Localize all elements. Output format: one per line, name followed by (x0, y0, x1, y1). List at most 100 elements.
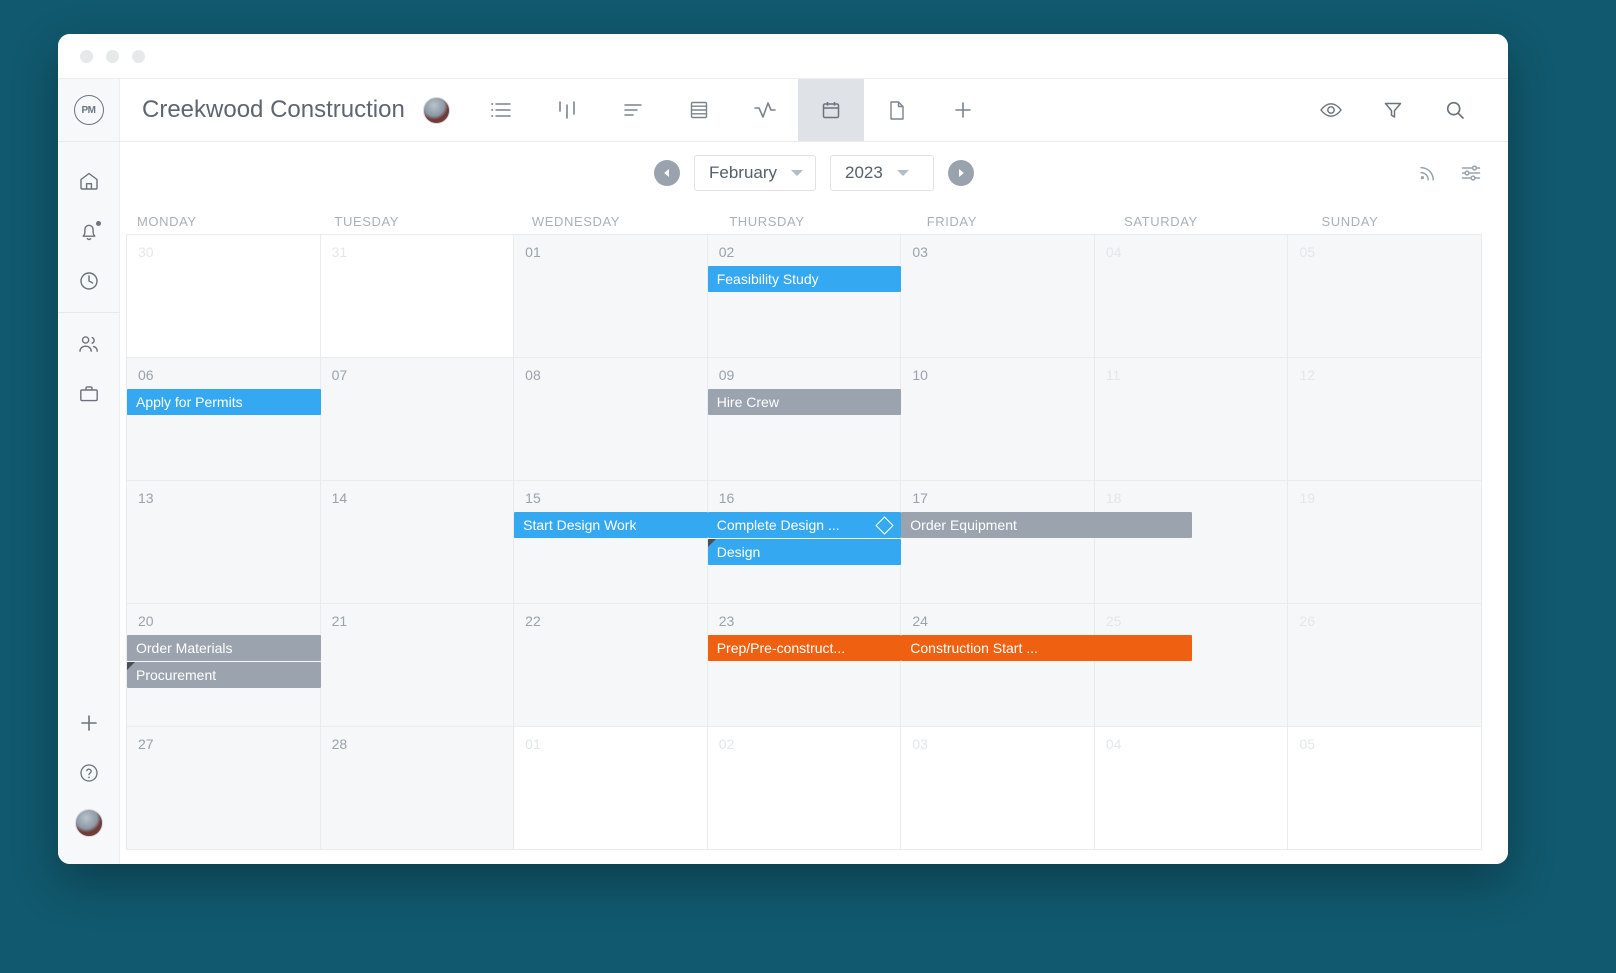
calendar-day-cell[interactable]: 31 (320, 235, 515, 358)
sidebar-item-team[interactable] (58, 319, 120, 369)
chevron-right-icon (955, 167, 967, 179)
calendar-day-cell[interactable]: 11 (1094, 358, 1289, 481)
notification-badge (95, 221, 101, 226)
calendar-day-cell[interactable]: 27 (127, 727, 321, 850)
day-number: 06 (138, 367, 154, 383)
calendar-event[interactable]: Apply for Permits (127, 389, 321, 415)
day-number: 13 (138, 490, 154, 506)
event-flag-icon (127, 662, 135, 670)
day-number: 15 (525, 490, 541, 506)
calendar-day-cell[interactable]: 04 (1094, 727, 1289, 850)
day-number: 04 (1105, 736, 1122, 752)
calendar-day-cell[interactable]: 03 (901, 727, 1095, 850)
calendar-event[interactable]: Prep/Pre-construct... (707, 635, 902, 661)
tab-gantt[interactable] (600, 79, 666, 141)
calendar-event[interactable]: Hire Crew (707, 389, 902, 415)
tab-sheet[interactable] (666, 79, 732, 141)
rss-icon (1416, 162, 1438, 184)
tab-calendar[interactable] (797, 79, 864, 141)
people-icon (77, 333, 100, 355)
calendar-day-cell[interactable]: 05 (1288, 727, 1483, 850)
filter-button[interactable] (1362, 79, 1424, 141)
chevron-down-icon (791, 170, 804, 176)
day-number: 01 (525, 736, 541, 752)
window-close-button[interactable] (80, 49, 93, 63)
day-number: 27 (138, 736, 154, 752)
sidebar-item-home[interactable] (58, 156, 120, 206)
sidebar-item-account[interactable] (58, 798, 120, 848)
calendar-event[interactable]: Construction Start ... (901, 635, 1192, 661)
calendar-day-cell[interactable]: 06 (127, 358, 321, 481)
calendar-event[interactable]: Complete Design ... (707, 512, 902, 538)
calendar-icon (821, 100, 841, 120)
sidebar-item-activity[interactable] (58, 256, 120, 306)
calendar-day-cell[interactable]: 09 (707, 358, 902, 481)
tab-workload[interactable] (732, 79, 798, 141)
window-minimize-button[interactable] (106, 49, 119, 63)
sidebar-item-portfolio[interactable] (58, 369, 120, 419)
sidebar-item-notifications[interactable] (58, 206, 120, 256)
app-logo[interactable]: PM (58, 79, 120, 141)
calendar-day-cell[interactable]: 01 (514, 235, 708, 358)
calendar-view: February 2023 MONDAY TUESDAY WEDNESDAY T… (120, 142, 1508, 864)
feed-button[interactable] (1416, 162, 1438, 184)
calendar-day-cell[interactable]: 02 (707, 727, 902, 850)
day-number: 01 (525, 244, 541, 260)
calendar-day-cell[interactable]: 19 (1288, 481, 1483, 604)
tab-list[interactable] (468, 79, 534, 141)
calendar-day-cell[interactable]: 25 (1094, 604, 1289, 727)
calendar-settings-button[interactable] (1460, 162, 1482, 184)
tab-board[interactable] (534, 79, 600, 141)
calendar-event[interactable]: Order Materials (127, 635, 321, 661)
visibility-button[interactable] (1300, 79, 1362, 141)
calendar-day-cell[interactable]: 21 (320, 604, 515, 727)
app-body: February 2023 MONDAY TUESDAY WEDNESDAY T… (58, 142, 1508, 864)
calendar-day-cell[interactable]: 24 (901, 604, 1095, 727)
event-flag-icon (707, 539, 716, 547)
calendar-event[interactable]: Design (707, 539, 902, 565)
calendar-day-cell[interactable]: 10 (901, 358, 1095, 481)
sidebar-item-help[interactable] (58, 748, 120, 798)
calendar-day-cell[interactable]: 30 (127, 235, 321, 358)
avatar[interactable] (422, 96, 450, 124)
event-label: Start Design Work (523, 517, 637, 533)
calendar-day-cell[interactable]: 13 (127, 481, 321, 604)
calendar-day-cell[interactable]: 03 (901, 235, 1095, 358)
calendar-day-cell[interactable]: 23 (707, 604, 902, 727)
calendar-event[interactable]: Feasibility Study (707, 266, 902, 292)
window-maximize-button[interactable] (132, 49, 145, 63)
calendar-day-cell[interactable]: 05 (1288, 235, 1483, 358)
calendar-day-cell[interactable]: 28 (320, 727, 515, 850)
day-number: 22 (525, 613, 541, 629)
day-number: 11 (1105, 367, 1121, 383)
calendar-day-cell[interactable]: 01 (514, 727, 708, 850)
calendar-day-cell[interactable]: 12 (1288, 358, 1483, 481)
calendar-day-cell[interactable]: 04 (1094, 235, 1289, 358)
calendar-event[interactable]: Start Design Work (514, 512, 708, 538)
search-button[interactable] (1424, 79, 1486, 141)
month-select[interactable]: February (693, 155, 817, 191)
tab-add-view[interactable] (930, 79, 996, 141)
day-number: 23 (718, 613, 735, 629)
calendar-day-cell[interactable]: 15 (514, 481, 708, 604)
calendar-day-cell[interactable]: 18 (1094, 481, 1289, 604)
calendar-day-cell[interactable]: 02 (707, 235, 902, 358)
plus-icon (79, 713, 99, 733)
sidebar-item-add[interactable] (58, 698, 120, 748)
calendar-day-cell[interactable]: 26 (1288, 604, 1483, 727)
dow-saturday: SATURDAY (1124, 214, 1198, 229)
calendar-event[interactable]: Procurement (127, 662, 321, 688)
calendar-day-cell[interactable]: 07 (320, 358, 515, 481)
calendar-day-cell[interactable]: 22 (514, 604, 708, 727)
tab-pages[interactable] (864, 79, 930, 141)
previous-month-button[interactable] (653, 160, 680, 186)
next-month-button[interactable] (948, 160, 975, 186)
calendar-event[interactable]: Order Equipment (901, 512, 1192, 538)
calendar-day-cell[interactable]: 08 (514, 358, 708, 481)
calendar-day-cell[interactable]: 17 (901, 481, 1095, 604)
day-number: 30 (138, 244, 154, 260)
page-title: Creekwood Construction (142, 96, 405, 123)
day-number: 03 (912, 736, 928, 752)
year-select[interactable]: 2023 (830, 155, 935, 191)
calendar-day-cell[interactable]: 14 (320, 481, 515, 604)
